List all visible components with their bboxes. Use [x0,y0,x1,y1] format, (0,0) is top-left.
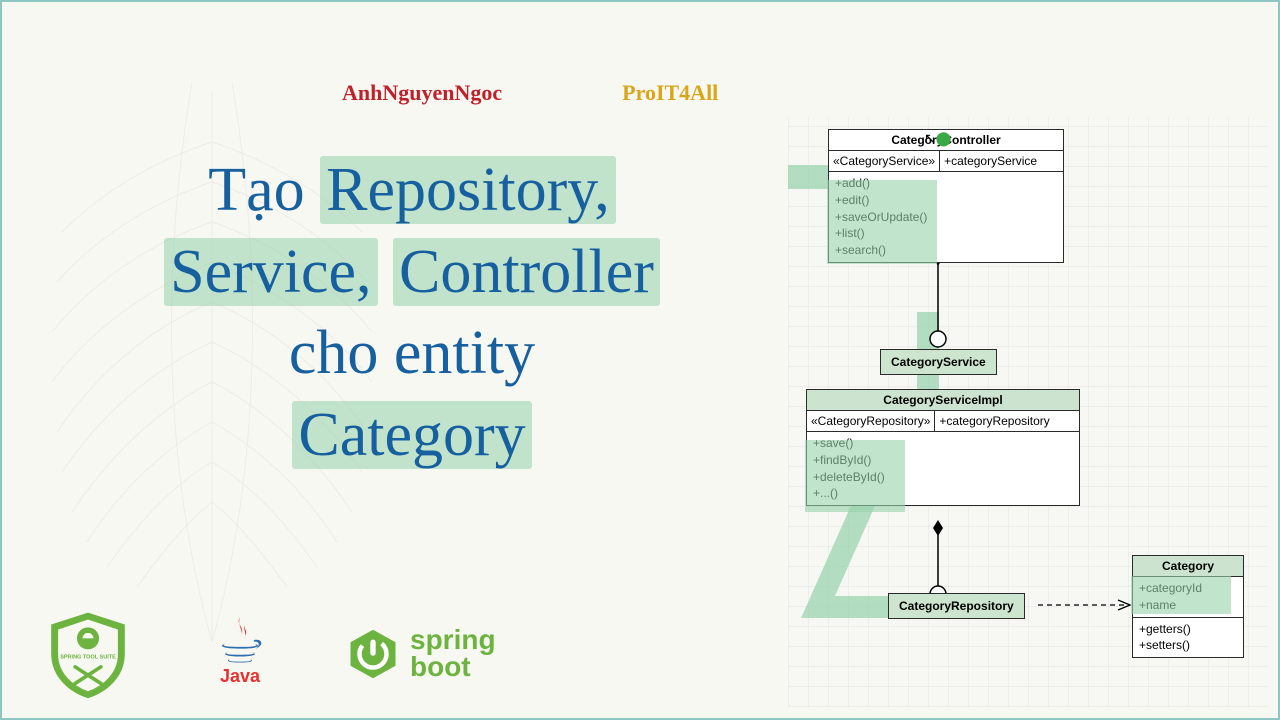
java-logo-icon: Java [204,614,276,694]
spring-boot-logo-icon: spring boot [346,627,496,681]
controller-ops: +add() +edit() +saveOrUpdate() +list() +… [829,172,1063,262]
uml-class-controller: ↖⬤ CategoryController «CategoryService» … [828,129,1064,263]
uml-class-service-impl: CategoryServiceImpl «CategoryRepository»… [806,389,1080,506]
spring-tool-suite-logo-icon: SPRING TOOL SUITE [42,608,134,700]
slide-title: Tạo Repository, Service, Controller cho … [42,152,782,478]
author-name: AnhNguyenNgoc [342,80,502,106]
uml-diagram: ↖⬤ CategoryController «CategoryService» … [788,117,1268,707]
uml-class-entity: Category +categoryId +name +getters() +s… [1132,555,1244,658]
cursor-icon: ↖⬤ [924,130,951,147]
svg-text:SPRING TOOL SUITE: SPRING TOOL SUITE [60,655,116,661]
brand-name: ProIT4All [622,80,718,106]
uml-interface-repository: CategoryRepository [888,593,1025,619]
uml-interface-service: CategoryService [880,349,997,375]
